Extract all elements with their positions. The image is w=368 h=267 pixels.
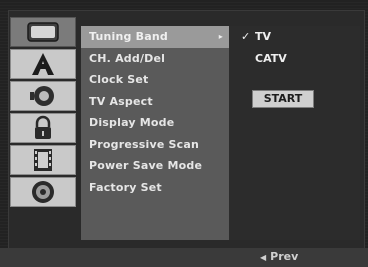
prev-arrow-icon: ◀ <box>260 253 267 262</box>
menu-item-label: Progressive Scan <box>89 137 200 151</box>
tv-screen-icon <box>27 22 59 42</box>
menu-item-label: Display Mode <box>89 116 175 129</box>
category-icon-column <box>10 17 76 240</box>
menu-item-clock-set[interactable]: Clock Set <box>81 69 229 91</box>
tab-lock[interactable] <box>10 113 76 143</box>
menu-item-label: Clock Set <box>89 73 149 86</box>
disc-icon <box>32 181 54 203</box>
submenu-arrow-icon: ▸ <box>218 32 223 41</box>
option-tv-label: TV <box>255 30 272 43</box>
menu-item-tv-aspect[interactable]: TV Aspect <box>81 91 229 113</box>
prev-label: Prev <box>270 250 299 263</box>
language-a-icon <box>32 53 54 75</box>
speaker-audio-icon <box>30 86 54 106</box>
tab-language[interactable] <box>10 49 76 79</box>
tab-disc[interactable] <box>10 177 76 207</box>
option-tv[interactable]: ✓ TV <box>241 30 271 43</box>
menu-item-factory-set[interactable]: Factory Set <box>81 177 229 199</box>
menu-item-power-save-mode[interactable]: Power Save Mode <box>81 155 229 177</box>
film-strip-icon <box>34 149 52 171</box>
menu-item-label: TV Aspect <box>89 94 153 108</box>
tab-audio[interactable] <box>10 81 76 111</box>
menu-item-progressive-scan[interactable]: Progressive Scan <box>81 134 229 156</box>
padlock-icon <box>35 115 51 139</box>
menu-item-tuning-band[interactable]: Tuning Band ▸ <box>81 26 229 48</box>
menu-item-label: CH. Add/Del <box>89 51 166 65</box>
setup-screen: Tuning Band ▸ CH. Add/Del Clock Set TV A… <box>0 0 368 267</box>
option-catv[interactable]: CATV <box>255 52 287 65</box>
option-catv-label: CATV <box>255 52 287 65</box>
checkmark-icon: ✓ <box>241 30 251 43</box>
menu-item-label: Tuning Band <box>89 30 168 43</box>
menu-item-label: Power Save Mode <box>89 159 203 172</box>
menu-item-display-mode[interactable]: Display Mode <box>81 112 229 134</box>
menu-item-label: Factory Set <box>89 180 162 194</box>
setup-menu-list: Tuning Band ▸ CH. Add/Del Clock Set TV A… <box>81 26 229 240</box>
tab-video[interactable] <box>10 145 76 175</box>
tab-general[interactable] <box>10 17 76 47</box>
option-pane: ✓ TV CATV START <box>229 26 360 240</box>
bottom-nav-bar: ◀ Prev <box>0 248 368 267</box>
prev-button[interactable]: ◀ Prev <box>260 250 298 263</box>
start-button[interactable]: START <box>252 90 314 108</box>
menu-item-ch-add-del[interactable]: CH. Add/Del <box>81 48 229 70</box>
